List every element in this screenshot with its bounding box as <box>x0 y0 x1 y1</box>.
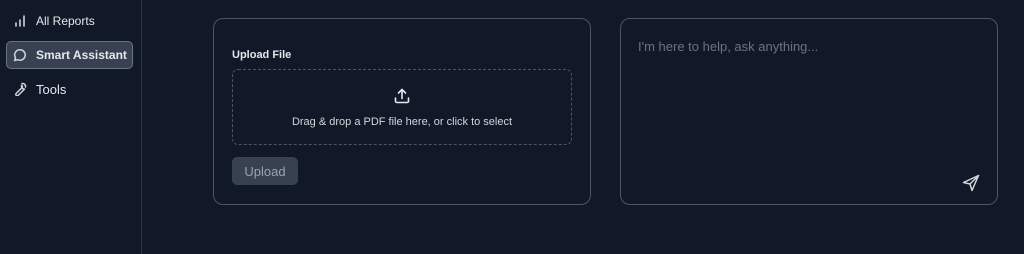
app-root: All Reports Smart Assistant Tools Upload… <box>0 0 1024 254</box>
chat-input[interactable] <box>638 39 978 169</box>
sidebar-item-all-reports[interactable]: All Reports <box>6 7 133 35</box>
upload-title: Upload File <box>232 49 292 61</box>
chat-bubble-icon <box>13 48 27 62</box>
pdf-dropzone[interactable]: Drag & drop a PDF file here, or click to… <box>232 69 572 145</box>
send-button[interactable] <box>960 173 982 195</box>
send-icon <box>961 174 981 196</box>
upload-button[interactable]: Upload <box>232 157 298 185</box>
sidebar-item-label: Smart Assistant <box>36 48 127 62</box>
dropzone-text: Drag & drop a PDF file here, or click to… <box>291 115 513 128</box>
sidebar-item-label: All Reports <box>36 14 95 28</box>
sidebar-item-tools[interactable]: Tools <box>6 75 133 103</box>
sidebar-item-smart-assistant[interactable]: Smart Assistant <box>6 41 133 69</box>
upload-icon <box>393 87 411 110</box>
sidebar: All Reports Smart Assistant Tools <box>0 0 142 254</box>
upload-card: Upload File Drag & drop a PDF file here,… <box>213 18 591 205</box>
bar-chart-icon <box>13 14 27 28</box>
wrench-icon <box>13 82 27 96</box>
sidebar-item-label: Tools <box>36 81 67 97</box>
chat-card <box>620 18 998 205</box>
